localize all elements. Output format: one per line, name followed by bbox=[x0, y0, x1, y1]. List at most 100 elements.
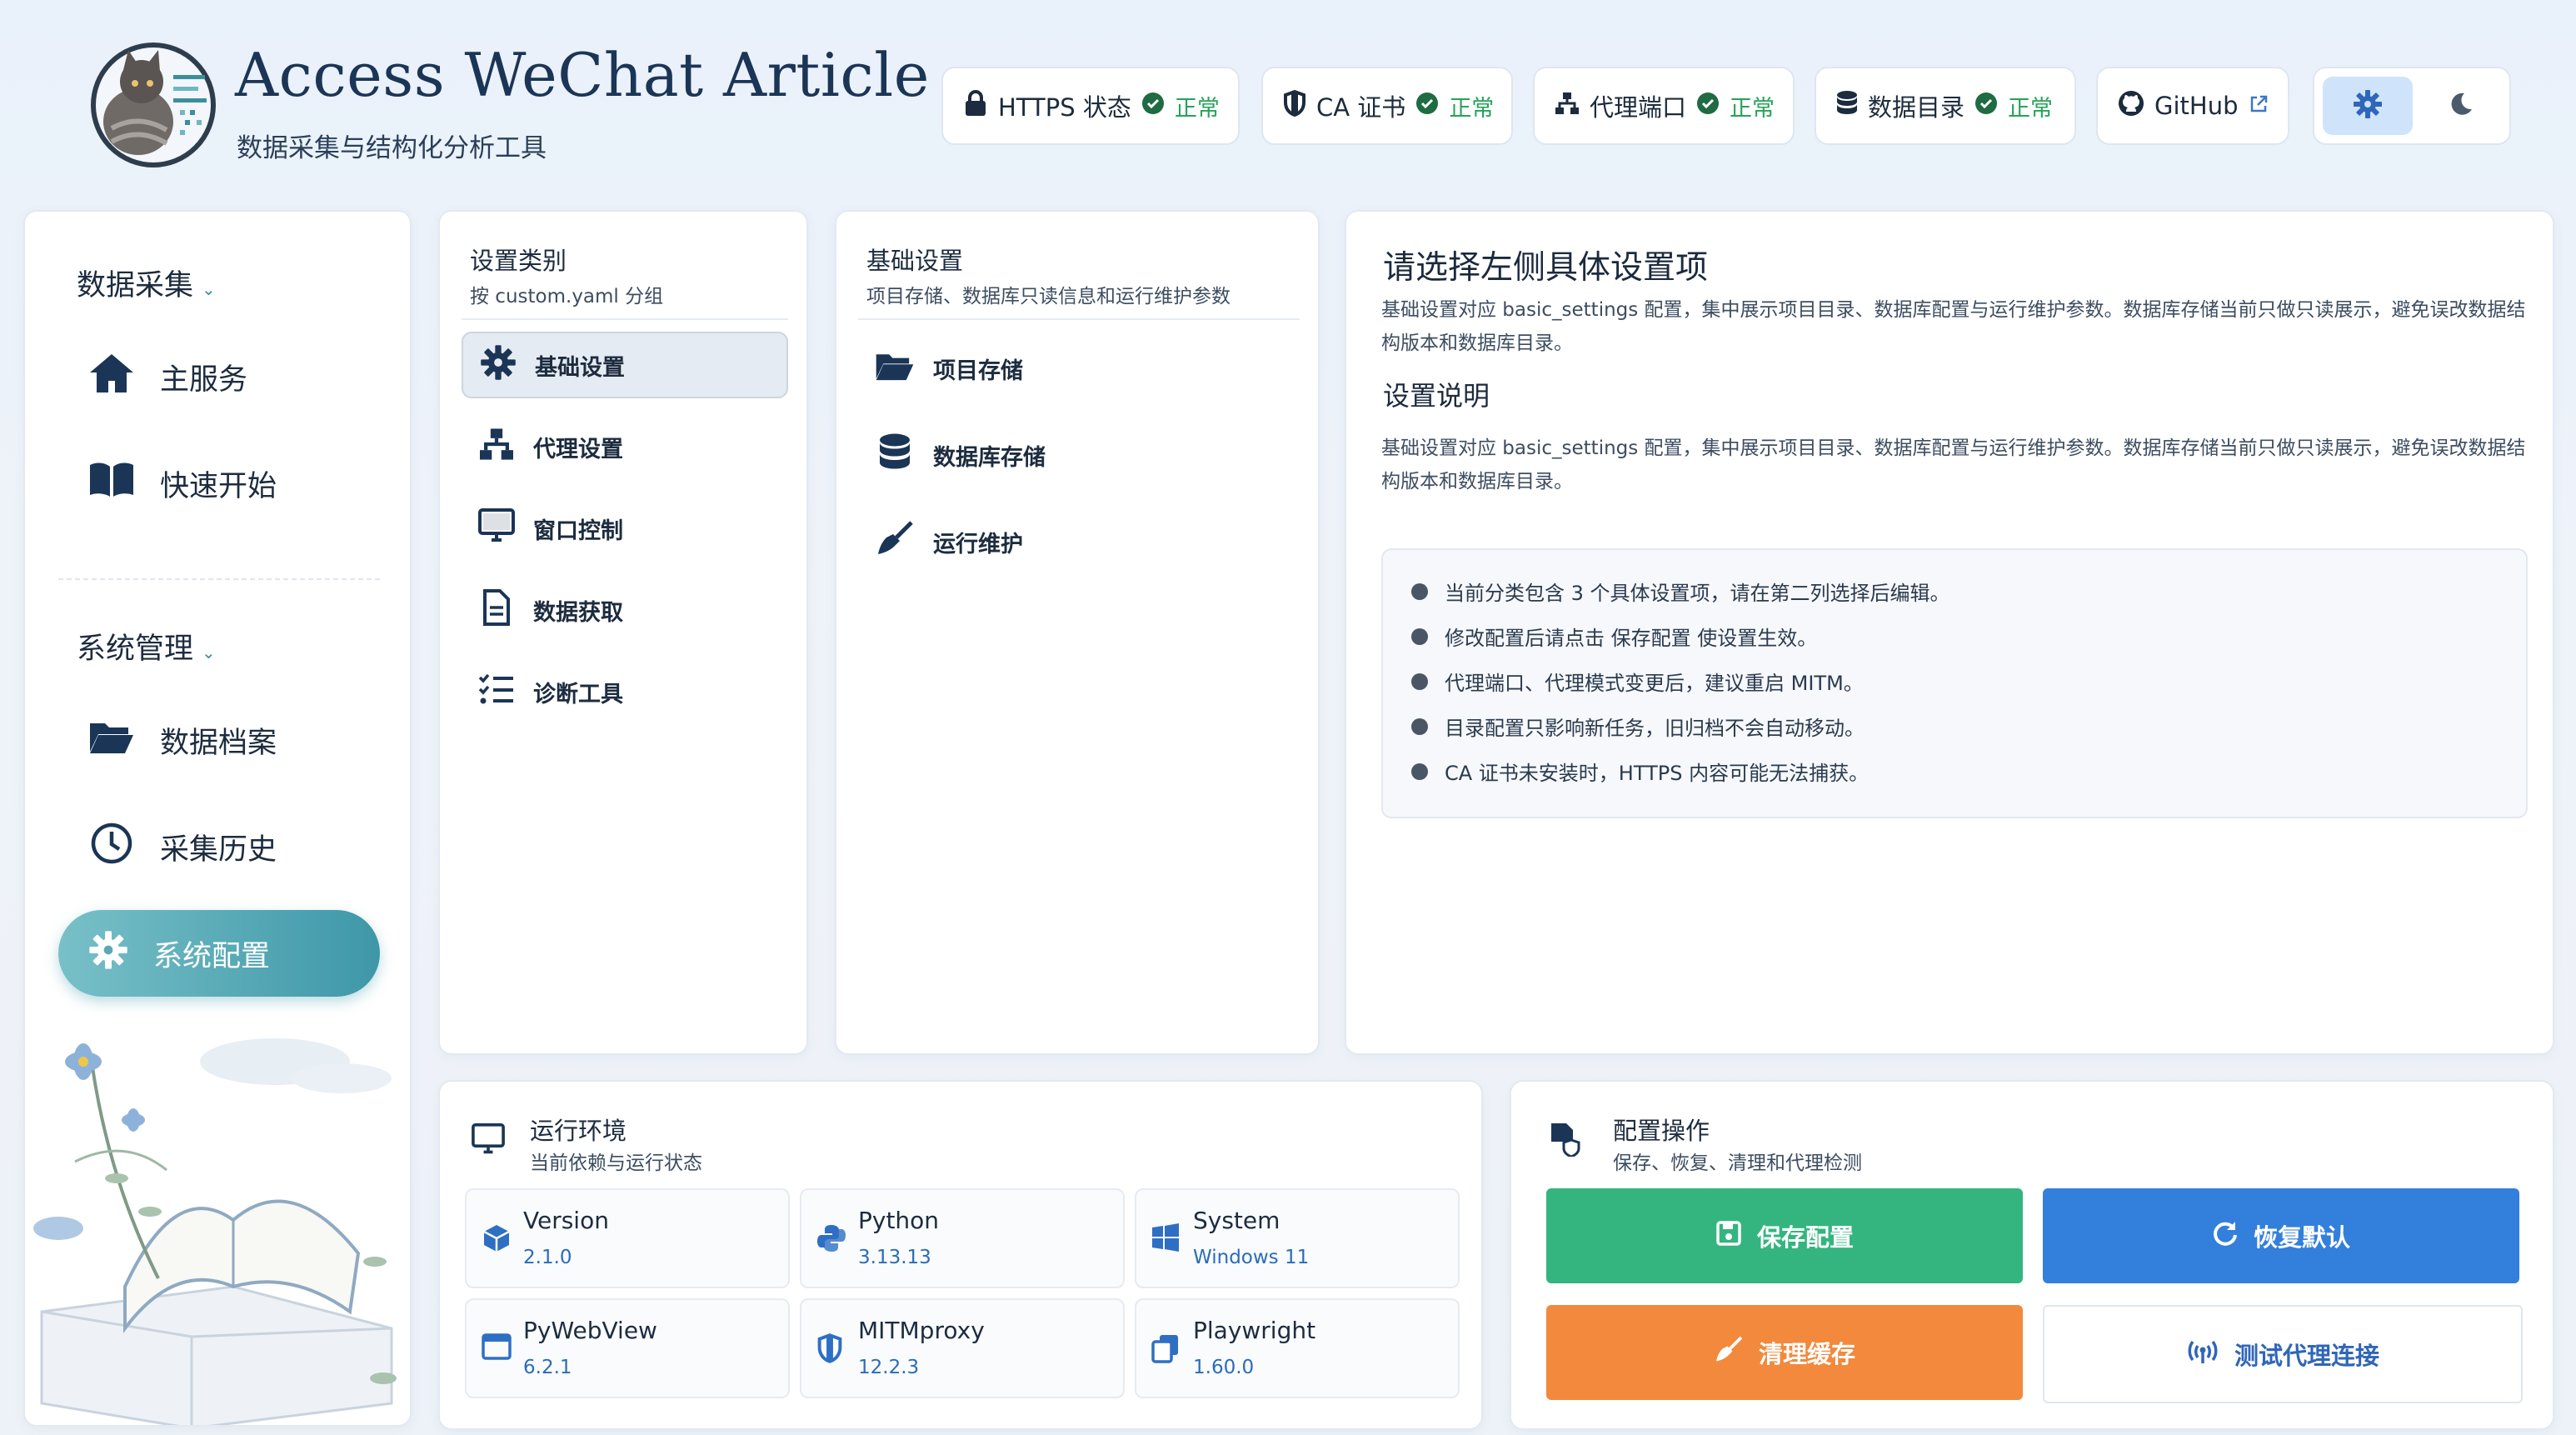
monitor-icon bbox=[478, 508, 515, 549]
clock-icon bbox=[88, 822, 135, 872]
sidebar-item-label: 采集历史 bbox=[160, 832, 277, 867]
theme-toggle[interactable] bbox=[2313, 67, 2511, 145]
category-basic[interactable]: 基础设置 bbox=[462, 332, 788, 398]
category-data-fetch[interactable]: 数据获取 bbox=[462, 577, 788, 643]
github-link[interactable]: GitHub bbox=[2096, 67, 2289, 145]
setting-item-label: 项目存储 bbox=[933, 358, 1023, 384]
category-label: 窗口控制 bbox=[533, 518, 623, 544]
external-link-icon bbox=[2249, 92, 2269, 120]
status-label: CA 证书 bbox=[1316, 93, 1406, 122]
sidebar-section-title: 数据采集 ⌄ bbox=[77, 269, 216, 302]
app-title: Access WeChat Article bbox=[235, 40, 930, 110]
checklist-icon bbox=[478, 672, 515, 712]
save-icon bbox=[1715, 1220, 1742, 1252]
settings-category-panel: 设置类别 按 custom.yaml 分组 基础设置 代理设置 窗口控制 数据获… bbox=[438, 210, 808, 1055]
info-description: 基础设置对应 basic_settings 配置，集中展示项目目录、数据库配置与… bbox=[1381, 299, 2526, 354]
env-name: MITMproxy bbox=[858, 1317, 985, 1344]
network-icon bbox=[1555, 92, 1580, 121]
panel-divider bbox=[858, 318, 1300, 320]
env-value: 6.2.1 bbox=[523, 1357, 572, 1378]
env-value: 2.1.0 bbox=[523, 1247, 572, 1268]
tip-item: 代理端口、代理模式变更后，建议重启 MITM。 bbox=[1411, 667, 1864, 696]
status-value: 正常 bbox=[1449, 95, 1495, 122]
panel-subtitle: 当前依赖与运行状态 bbox=[530, 1152, 702, 1174]
button-label: 测试代理连接 bbox=[2234, 1342, 2379, 1370]
setting-item-maintenance[interactable]: 运行维护 bbox=[858, 508, 1300, 575]
dark-theme-button[interactable] bbox=[2418, 77, 2504, 135]
tip-item: 当前分类包含 3 个具体设置项，请在第二列选择后编辑。 bbox=[1411, 577, 1950, 606]
panel-title: 基础设置 bbox=[866, 247, 964, 275]
file-icon bbox=[478, 588, 515, 632]
shield-icon bbox=[1283, 89, 1306, 122]
sidebar-divider bbox=[58, 578, 380, 580]
check-circle-icon bbox=[1974, 92, 1998, 121]
broom-icon bbox=[875, 519, 915, 565]
gear-icon bbox=[88, 930, 128, 978]
category-label: 代理设置 bbox=[533, 436, 623, 462]
tip-item: 修改配置后请点击 保存配置 使设置生效。 bbox=[1411, 622, 1817, 651]
file-shield-icon bbox=[1548, 1122, 1581, 1160]
refresh-icon bbox=[2212, 1220, 2239, 1252]
test-proxy-button[interactable]: 测试代理连接 bbox=[2043, 1305, 2523, 1403]
https-status-pill[interactable]: HTTPS 状态 正常 bbox=[941, 67, 1240, 145]
window-icon bbox=[482, 1333, 512, 1363]
sidebar-item-quick-start[interactable]: 快速开始 bbox=[58, 440, 380, 527]
sidebar-item-label: 系统配置 bbox=[153, 939, 271, 973]
env-item-mitmproxy: MITMproxy 12.2.3 bbox=[800, 1298, 1125, 1398]
proxy-port-status-pill[interactable]: 代理端口 正常 bbox=[1533, 67, 1795, 145]
info-section-description: 基础设置对应 basic_settings 配置，集中展示项目目录、数据库配置与… bbox=[1381, 438, 2526, 492]
category-diagnostics[interactable]: 诊断工具 bbox=[462, 658, 788, 725]
light-theme-button[interactable] bbox=[2323, 77, 2413, 135]
sidebar-item-data-archive[interactable]: 数据档案 bbox=[58, 697, 380, 783]
button-label: 恢复默认 bbox=[2253, 1223, 2350, 1252]
category-window[interactable]: 窗口控制 bbox=[462, 495, 788, 562]
check-circle-icon bbox=[1415, 92, 1439, 121]
network-icon bbox=[478, 428, 515, 467]
env-value: 12.2.3 bbox=[858, 1357, 920, 1378]
settings-info-panel: 请选择左侧具体设置项 基础设置对应 basic_settings 配置，集中展示… bbox=[1345, 210, 2554, 1055]
env-name: Version bbox=[523, 1207, 609, 1234]
tip-item: 目录配置只影响新任务，旧归档不会自动移动。 bbox=[1411, 712, 1865, 741]
env-value: Windows 11 bbox=[1193, 1247, 1310, 1268]
env-value: 1.60.0 bbox=[1193, 1357, 1255, 1378]
sidebar-item-history[interactable]: 采集历史 bbox=[58, 803, 380, 890]
setting-item-project-storage[interactable]: 项目存储 bbox=[858, 335, 1300, 402]
status-label: 代理端口 bbox=[1590, 93, 1687, 122]
panel-title: 设置类别 bbox=[470, 247, 567, 275]
env-value: 3.13.13 bbox=[858, 1247, 931, 1268]
info-title: 请选择左侧具体设置项 bbox=[1383, 249, 1709, 287]
status-label: HTTPS 状态 bbox=[998, 93, 1131, 122]
env-item-system: System Windows 11 bbox=[1135, 1188, 1460, 1288]
env-item-pywebview: PyWebView 6.2.1 bbox=[465, 1298, 790, 1398]
status-value: 正常 bbox=[1174, 95, 1220, 122]
category-proxy[interactable]: 代理设置 bbox=[462, 413, 788, 480]
panel-subtitle: 按 custom.yaml 分组 bbox=[470, 286, 664, 308]
ca-cert-status-pill[interactable]: CA 证书 正常 bbox=[1261, 67, 1513, 145]
sidebar-item-system-config[interactable]: 系统配置 bbox=[58, 910, 380, 997]
lock-icon bbox=[963, 89, 988, 122]
broom-icon bbox=[1714, 1335, 1744, 1371]
panel-title: 配置操作 bbox=[1613, 1117, 1710, 1145]
decorative-illustration bbox=[25, 1012, 410, 1425]
restore-default-button[interactable]: 恢复默认 bbox=[2043, 1188, 2519, 1283]
app-subtitle: 数据采集与结构化分析工具 bbox=[237, 133, 547, 163]
clear-cache-button[interactable]: 清理缓存 bbox=[1546, 1305, 2023, 1400]
home-icon bbox=[88, 352, 135, 402]
data-dir-status-pill[interactable]: 数据目录 正常 bbox=[1815, 67, 2076, 145]
sidebar-item-main-service[interactable]: 主服务 bbox=[58, 333, 380, 420]
info-section-title: 设置说明 bbox=[1383, 380, 1490, 412]
basic-settings-panel: 基础设置 项目存储、数据库只读信息和运行维护参数 项目存储 数据库存储 运行维护 bbox=[835, 210, 1320, 1055]
antenna-icon bbox=[2186, 1338, 2219, 1371]
env-name: PyWebView bbox=[523, 1317, 657, 1344]
gear-icon bbox=[480, 344, 517, 387]
save-config-button[interactable]: 保存配置 bbox=[1546, 1188, 2023, 1283]
setting-item-database-storage[interactable]: 数据库存储 bbox=[858, 422, 1300, 488]
setting-item-label: 运行维护 bbox=[933, 531, 1023, 558]
env-item-python: Python 3.13.13 bbox=[800, 1188, 1125, 1288]
python-icon bbox=[816, 1223, 846, 1257]
shield-icon bbox=[816, 1333, 843, 1367]
config-ops-panel: 配置操作 保存、恢复、清理和代理检测 保存配置 恢复默认 清理缓存 测试代理连接 bbox=[1510, 1080, 2554, 1430]
button-label: 保存配置 bbox=[1756, 1223, 1854, 1252]
sidebar-section-title: 系统管理 ⌄ bbox=[77, 632, 216, 666]
tips-box: 当前分类包含 3 个具体设置项，请在第二列选择后编辑。 修改配置后请点击 保存配… bbox=[1381, 548, 2528, 818]
